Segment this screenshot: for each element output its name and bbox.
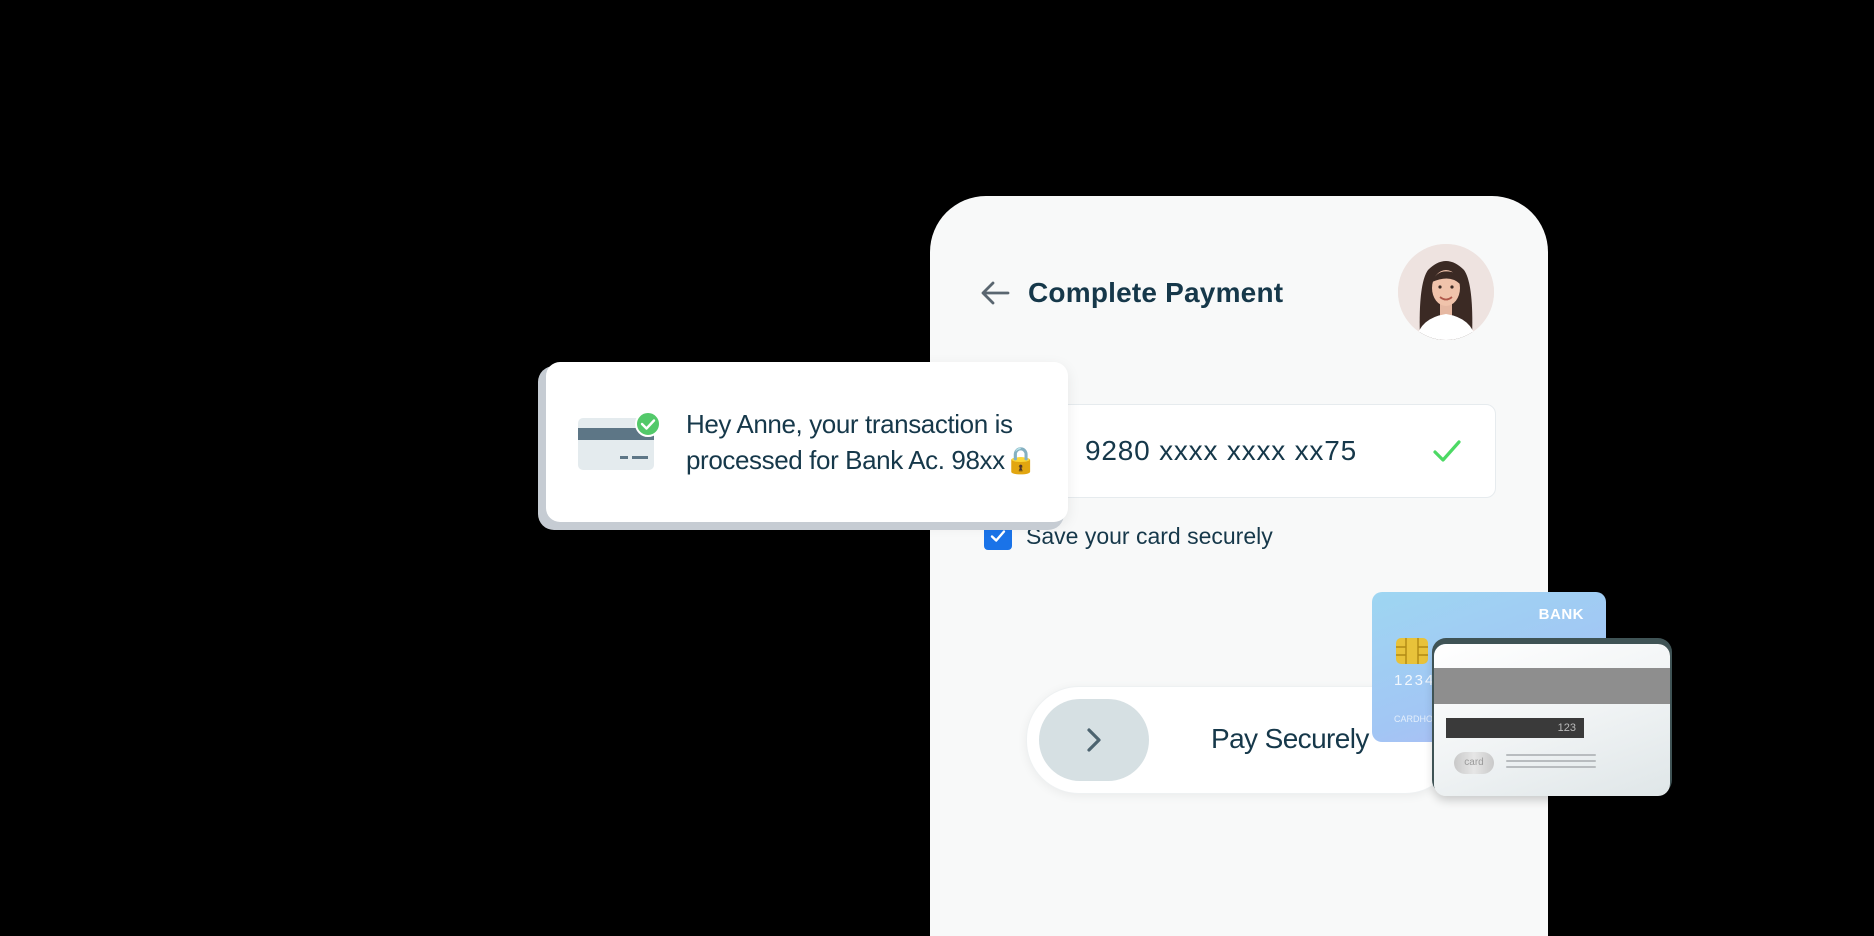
save-card-option[interactable]: Save your card securely [984, 521, 1273, 551]
pay-button-label: Pay Securely [1211, 723, 1369, 754]
phone-frame: Complete Payment 9280 xxxx xxxx xx75 Sav… [930, 196, 1548, 936]
avatar[interactable] [1398, 244, 1494, 340]
notification-message: Hey Anne, your transaction is processed … [686, 409, 1037, 475]
checkbox-check-icon [990, 530, 1006, 542]
pay-slider-handle[interactable] [1039, 699, 1149, 781]
bank-card-back: 123 card [1434, 644, 1670, 796]
save-card-label: Save your card securely [1026, 522, 1273, 549]
chevron-right-icon [1087, 728, 1101, 752]
card-number-field[interactable]: 9280 xxxx xxxx xx75 [1050, 404, 1496, 498]
cvv-box: 123 [1446, 718, 1584, 738]
chip-icon [1396, 638, 1428, 664]
page-title: Complete Payment [1028, 277, 1284, 308]
transaction-notification: Hey Anne, your transaction is processed … [546, 362, 1068, 522]
cvv-value: 123 [1557, 722, 1576, 734]
bank-label: BANK [1538, 606, 1584, 623]
checkmark-icon [1433, 440, 1461, 462]
back-arrow-icon[interactable] [978, 276, 1012, 310]
profile-picture [1398, 244, 1494, 340]
front-card-number: 1234 [1394, 672, 1436, 689]
card-logo: card [1454, 752, 1494, 774]
fine-print [1506, 754, 1596, 772]
magnetic-stripe [1434, 668, 1670, 704]
card-number-value: 9280 xxxx xxxx xx75 [1085, 435, 1357, 466]
card-success-icon [578, 412, 661, 470]
save-card-checkbox[interactable] [984, 522, 1012, 550]
